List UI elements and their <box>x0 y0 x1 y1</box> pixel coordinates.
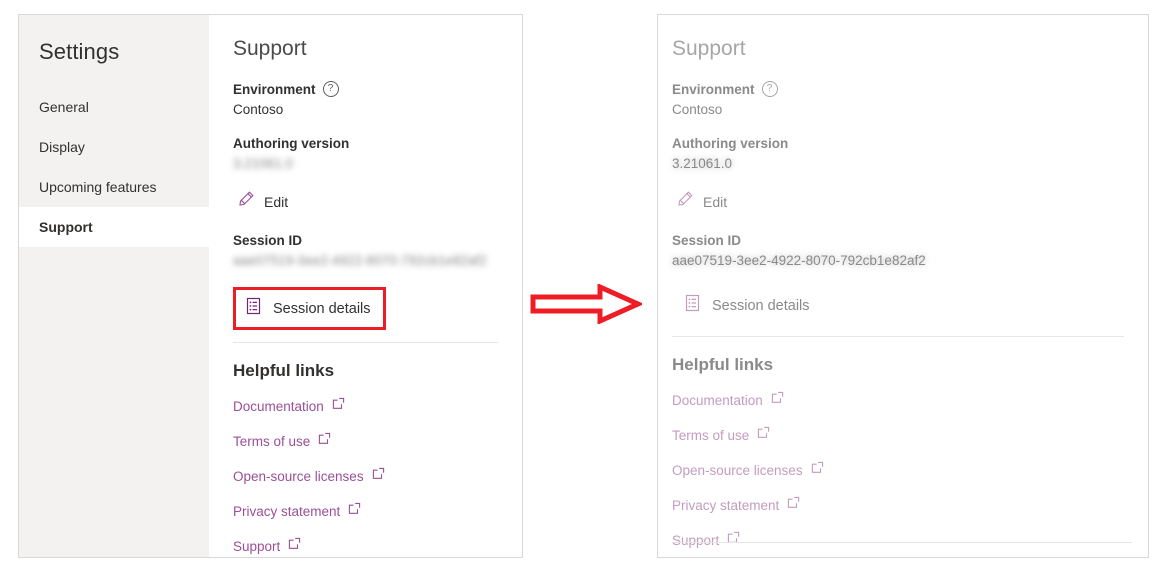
session-details-label: Session details <box>712 297 810 314</box>
sidebar-item-display[interactable]: Display <box>19 127 209 167</box>
link-label: Open-source licenses <box>233 468 364 484</box>
section-divider <box>233 342 498 343</box>
environment-label: Environment ? <box>233 81 522 97</box>
link-support[interactable]: Support <box>233 537 522 555</box>
link-open-source-licenses[interactable]: Open-source licenses <box>233 467 522 485</box>
session-details-button-dimmed: Session details <box>675 287 1148 324</box>
screenshot-stage: Settings General Display Upcoming featur… <box>0 0 1167 572</box>
external-link-icon <box>318 432 331 450</box>
session-details-highlight: Session details <box>233 287 386 330</box>
external-link-icon <box>288 537 301 555</box>
external-link-icon <box>348 502 361 520</box>
environment-value: Contoso <box>233 102 284 117</box>
red-arrow-right <box>530 283 645 329</box>
link-label: Terms of use <box>233 433 311 449</box>
help-circle-icon[interactable]: ? <box>322 81 339 97</box>
support-content: Support Environment ? Contoso Authoring … <box>209 15 522 557</box>
edit-label: Edit <box>703 193 728 210</box>
sidebar-item-general[interactable]: General <box>19 87 209 127</box>
link-privacy-statement: Privacy statement <box>672 496 1148 514</box>
list-details-icon <box>245 297 262 320</box>
authoring-version-value: 3.21061.0 <box>672 156 733 171</box>
link-label: Privacy statement <box>672 497 780 513</box>
support-content-dimmed: Support Environment ? Contoso Authoring … <box>658 15 1148 557</box>
link-open-source-licenses: Open-source licenses <box>672 461 1148 479</box>
external-link-icon <box>727 531 740 549</box>
helpful-links-title: Helpful links <box>233 361 335 380</box>
pencil-icon <box>676 190 694 213</box>
helpful-links-title: Helpful links <box>672 355 774 374</box>
authoring-version-label: Authoring version <box>233 136 350 151</box>
help-circle-icon: ? <box>761 81 778 97</box>
page-title: Settings <box>39 39 120 64</box>
environment-field: Environment ? Contoso <box>672 81 1148 117</box>
session-id-field: Session ID aae07519-3ee2-4922-8070-792cb… <box>233 233 522 268</box>
external-link-icon <box>811 461 824 479</box>
session-id-field: Session ID aae07519-3ee2-4922-8070-792cb… <box>672 233 1148 268</box>
link-support: Support <box>672 531 1148 549</box>
authoring-version-field: Authoring version 3.21061.0 <box>672 136 1148 171</box>
section-divider <box>672 336 1124 337</box>
sidebar-nav: General Display Upcoming features Suppor… <box>19 87 209 247</box>
bottom-divider <box>672 542 1132 543</box>
external-link-icon <box>771 391 784 409</box>
link-label: Documentation <box>672 392 763 408</box>
link-label: Support <box>233 538 281 554</box>
external-link-icon <box>757 426 770 444</box>
list-details-icon <box>684 294 701 317</box>
settings-window-after: Support Environment ? Contoso Authoring … <box>657 14 1149 558</box>
authoring-version-value: 3.21061.0 <box>233 156 294 171</box>
sidebar-item-label: Upcoming features <box>39 179 157 195</box>
settings-sidebar: Settings General Display Upcoming featur… <box>19 15 209 557</box>
sidebar-item-label: General <box>39 99 89 115</box>
link-label: Support <box>672 532 720 548</box>
session-id-label: Session ID <box>233 233 303 248</box>
edit-button[interactable]: Edit <box>237 190 522 213</box>
link-label: Terms of use <box>672 427 750 443</box>
link-documentation: Documentation <box>672 391 1148 409</box>
support-title: Support <box>672 37 746 60</box>
settings-window-before: Settings General Display Upcoming featur… <box>18 14 523 558</box>
external-link-icon <box>787 496 800 514</box>
link-privacy-statement[interactable]: Privacy statement <box>233 502 522 520</box>
sidebar-item-label: Display <box>39 139 85 155</box>
edit-button: Edit <box>676 190 1148 213</box>
authoring-version-label: Authoring version <box>672 136 789 151</box>
environment-value: Contoso <box>672 102 723 117</box>
external-link-icon <box>372 467 385 485</box>
session-details-button: Session details <box>675 287 822 324</box>
external-link-icon <box>332 397 345 415</box>
environment-label: Environment ? <box>672 81 1148 97</box>
link-label: Privacy statement <box>233 503 341 519</box>
link-terms-of-use: Terms of use <box>672 426 1148 444</box>
link-documentation[interactable]: Documentation <box>233 397 522 415</box>
sidebar-item-support[interactable]: Support <box>19 207 209 247</box>
environment-field: Environment ? Contoso <box>233 81 522 117</box>
session-id-value: aae07519-3ee2-4922-8070-792cb1e82af2 <box>233 253 487 268</box>
sidebar-item-upcoming-features[interactable]: Upcoming features <box>19 167 209 207</box>
pencil-icon <box>237 190 255 213</box>
support-title: Support <box>233 37 307 60</box>
authoring-version-field: Authoring version 3.21061.0 <box>233 136 522 171</box>
link-label: Open-source licenses <box>672 462 803 478</box>
session-id-value: aae07519-3ee2-4922-8070-792cb1e82af2 <box>672 253 926 268</box>
session-id-label: Session ID <box>672 233 742 248</box>
sidebar-item-label: Support <box>39 219 93 235</box>
link-label: Documentation <box>233 398 324 414</box>
session-details-button[interactable]: Session details <box>236 290 383 327</box>
edit-label: Edit <box>264 193 289 210</box>
link-terms-of-use[interactable]: Terms of use <box>233 432 522 450</box>
session-details-label: Session details <box>273 300 371 317</box>
